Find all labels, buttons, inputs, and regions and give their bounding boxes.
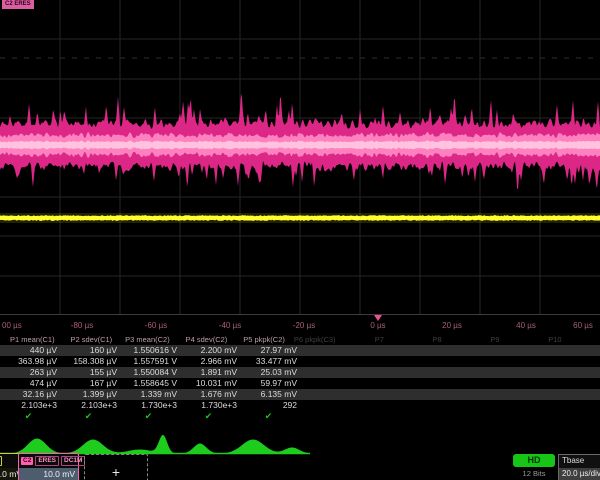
measurement-value: 1.557591 V — [120, 356, 180, 367]
measurement-value: 1.891 mV — [180, 367, 240, 378]
param-header-p6[interactable]: P6 pkpk(C3) — [288, 334, 369, 345]
c2-label: C2 — [21, 457, 33, 465]
measurement-value: 59.97 mV — [240, 378, 300, 389]
measurement-row: 474 µV167 µV1.558645 V10.031 mV59.97 mV — [0, 378, 600, 389]
time-axis-label: -60 µs — [145, 321, 167, 330]
measurement-value: 10.031 mV — [180, 378, 240, 389]
timebase-label: Tbase — [559, 455, 600, 468]
measurement-value: 1.558645 V — [120, 378, 180, 389]
param-header-p5[interactable]: P5 pkpk(C2) — [230, 334, 288, 345]
measurement-value: 33.477 mV — [240, 356, 300, 367]
param-header-p10[interactable]: P10 — [542, 334, 600, 345]
param-header-p4[interactable]: P4 sdev(C2) — [173, 334, 231, 345]
measurement-table: P1 mean(C1)P2 sdev(C1)P3 mean(C2)P4 sdev… — [0, 334, 600, 422]
measurement-row: 263 µV155 µV1.550084 V1.891 mV25.03 mV — [0, 367, 600, 378]
measurement-value: 6.135 mV — [240, 389, 300, 400]
oscilloscope-screen: C2 ERES 00 µs -80 µs -60 µs -40 µs -20 µs 0 µ… — [0, 0, 600, 480]
param-header-p7[interactable]: P7 — [369, 334, 427, 345]
param-header-p9[interactable]: P9 — [484, 334, 542, 345]
measurement-value: 25.03 mV — [240, 367, 300, 378]
time-axis-label: 00 µs — [2, 321, 22, 330]
param-header-p1[interactable]: P1 mean(C1) — [0, 334, 58, 345]
param-header-p2[interactable]: P2 sdev(C1) — [58, 334, 116, 345]
time-axis: 00 µs -80 µs -60 µs -40 µs -20 µs 0 µs 20 µs 40… — [0, 315, 600, 334]
time-axis-label: -80 µs — [71, 321, 93, 330]
measurement-value: 155 µV — [60, 367, 120, 378]
measurement-value: 474 µV — [0, 378, 60, 389]
time-axis-label: -20 µs — [293, 321, 315, 330]
c2-coupling-badge: DC1M — [61, 456, 85, 466]
measurement-value: 263 µV — [0, 367, 60, 378]
c2-eres-badge: ERES — [35, 456, 59, 466]
time-axis-label: 0 µs — [370, 321, 385, 330]
measurement-value: 1.730e+3 — [120, 400, 180, 411]
measurement-value: 2.200 mV — [180, 345, 240, 356]
time-axis-label: 60 µs — [573, 321, 593, 330]
measurement-row: 363.98 µV158.308 µV1.557591 V2.966 mV33.… — [0, 356, 600, 367]
c2-noise-hot-core — [0, 141, 600, 150]
status-check-icon: ✔ — [60, 411, 120, 422]
measurement-value: 1.676 mV — [180, 389, 240, 400]
waveform-grid[interactable]: C2 ERES — [0, 0, 600, 316]
measurement-value: 160 µV — [60, 345, 120, 356]
measurement-value: 1.550616 V — [120, 345, 180, 356]
channel-descriptor-bar: C1 DC1M 10.0 mV C2 ERES DC1M 10.0 mV + H… — [0, 452, 600, 480]
measurement-value: 2.103e+3 — [0, 400, 60, 411]
time-axis-label: 40 µs — [516, 321, 536, 330]
measurement-row: 2.103e+32.103e+31.730e+31.730e+3292 — [0, 400, 600, 411]
param-header-p8[interactable]: P8 — [427, 334, 485, 345]
status-check-icon: ✔ — [180, 411, 240, 422]
measurement-value: 32.16 µV — [0, 389, 60, 400]
status-check-icon: ✔ — [0, 411, 60, 422]
hd-mode-badge[interactable]: HD — [513, 454, 555, 467]
measurement-value: 1.730e+3 — [180, 400, 240, 411]
add-channel-button[interactable]: + — [84, 454, 148, 480]
time-axis-label: 20 µs — [442, 321, 462, 330]
measurement-value: 167 µV — [60, 378, 120, 389]
measurement-row: 32.16 µV1.399 µV1.339 mV1.676 mV6.135 mV — [0, 389, 600, 400]
status-check-icon: ✔ — [240, 411, 300, 422]
measurement-value: 158.308 µV — [60, 356, 120, 367]
measurement-value: 1.399 µV — [60, 389, 120, 400]
measurement-value: 1.339 mV — [120, 389, 180, 400]
measurement-value: 440 µV — [0, 345, 60, 356]
timebase-value: 20.0 µs/div — [559, 468, 600, 480]
timebase-box[interactable]: Tbase 20.0 µs/div — [558, 454, 600, 480]
bit-depth-label: 12 Bits — [513, 469, 555, 478]
param-header-p3[interactable]: P3 mean(C2) — [115, 334, 173, 345]
measurement-value: 27.97 mV — [240, 345, 300, 356]
measurement-value: 2.103e+3 — [60, 400, 120, 411]
measurement-row: 440 µV160 µV1.550616 V2.200 mV27.97 mV — [0, 345, 600, 356]
c1-coupling-badge: DC1M — [0, 456, 2, 466]
measurement-value: 1.550084 V — [120, 367, 180, 378]
measurement-value: 292 — [240, 400, 300, 411]
trace-descriptor-badge[interactable]: C2 ERES — [2, 0, 34, 9]
measurement-value: 363.98 µV — [0, 356, 60, 367]
status-check-icon: ✔ — [120, 411, 180, 422]
waveform-display — [0, 0, 600, 316]
c2-scale-value: 10.0 mV — [19, 468, 78, 480]
channel-c2-box[interactable]: C2 ERES DC1M 10.0 mV — [18, 453, 79, 480]
histogram-peaks — [0, 435, 310, 454]
time-axis-label: -40 µs — [219, 321, 241, 330]
measurement-value: 2.966 mV — [180, 356, 240, 367]
